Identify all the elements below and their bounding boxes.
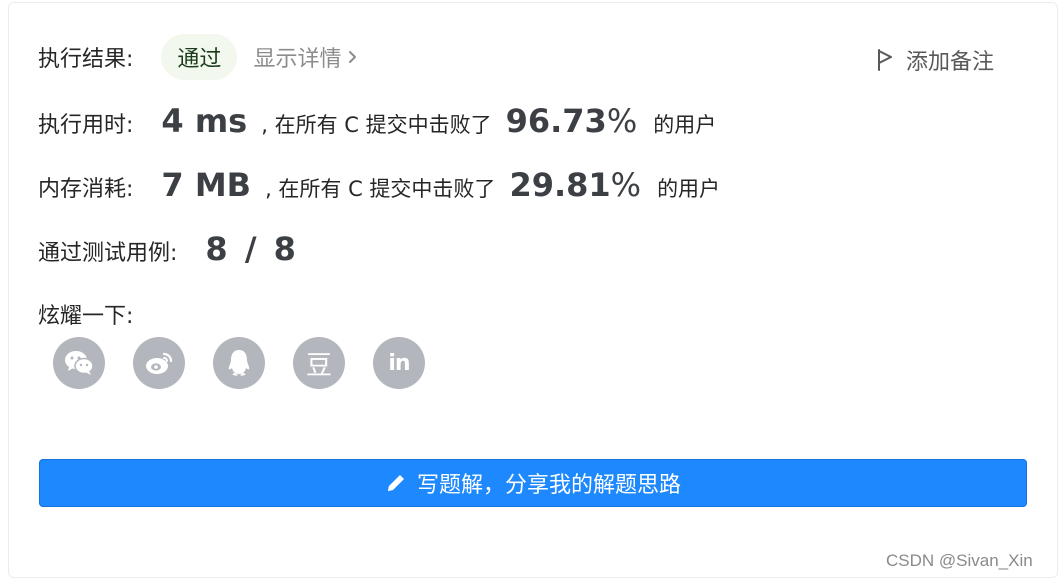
memory-beat-text: , 在所有 C 提交中击败了 bbox=[265, 177, 496, 201]
watermark: CSDN @Sivan_Xin bbox=[886, 551, 1033, 570]
memory-percent-number: 29.81 bbox=[509, 166, 611, 204]
flag-icon bbox=[878, 49, 892, 71]
share-icons: 豆 in bbox=[53, 337, 425, 389]
runtime-percent: 96.73% bbox=[506, 102, 638, 140]
share-wechat-button[interactable] bbox=[53, 337, 105, 389]
write-solution-button[interactable]: 写题解，分享我的解题思路 bbox=[39, 459, 1027, 507]
memory-suffix: 的用户 bbox=[657, 177, 721, 201]
runtime-suffix: 的用户 bbox=[653, 113, 717, 137]
tests-value: 8 / 8 bbox=[205, 230, 296, 268]
memory-percent-sign: % bbox=[610, 166, 642, 204]
runtime-percent-number: 96.73 bbox=[505, 102, 607, 140]
share-label: 炫耀一下: bbox=[38, 304, 134, 329]
result-label: 执行结果: bbox=[38, 47, 134, 72]
douban-icon: 豆 bbox=[305, 350, 332, 381]
add-note-button[interactable]: 添加备注 bbox=[876, 44, 994, 76]
write-solution-label: 写题解，分享我的解题思路 bbox=[416, 473, 681, 498]
memory-percent: 29.81% bbox=[509, 166, 641, 204]
runtime-beat-text: , 在所有 C 提交中击败了 bbox=[261, 113, 492, 137]
runtime-value: 4 ms bbox=[161, 102, 248, 140]
memory-row: 内存消耗: 7 MB , 在所有 C 提交中击败了 29.81% 的用户 bbox=[38, 166, 720, 204]
runtime-row: 执行用时: 4 ms , 在所有 C 提交中击败了 96.73% 的用户 bbox=[38, 102, 716, 140]
share-weibo-button[interactable] bbox=[133, 337, 185, 389]
share-linkedin-button[interactable]: in bbox=[373, 337, 425, 389]
memory-label: 内存消耗: bbox=[38, 177, 134, 202]
runtime-percent-sign: % bbox=[606, 102, 638, 140]
qq-icon bbox=[228, 350, 250, 376]
show-details-label: 显示详情 bbox=[253, 47, 342, 72]
share-douban-button[interactable]: 豆 bbox=[293, 337, 345, 389]
tests-row: 通过测试用例: 8 / 8 bbox=[38, 230, 296, 268]
runtime-label: 执行用时: bbox=[38, 113, 134, 138]
memory-value: 7 MB bbox=[161, 166, 252, 204]
show-details-link[interactable]: 显示详情 bbox=[253, 41, 359, 73]
pencil-icon bbox=[387, 475, 404, 491]
status-badge: 通过 bbox=[161, 34, 238, 80]
result-row: 执行结果: 通过 显示详情 bbox=[38, 34, 359, 80]
chevron-right-icon bbox=[349, 51, 357, 63]
tests-label: 通过测试用例: bbox=[38, 241, 178, 266]
add-note-label: 添加备注 bbox=[906, 50, 995, 75]
share-row: 炫耀一下: bbox=[38, 298, 133, 330]
linkedin-icon: in bbox=[388, 350, 410, 376]
weibo-icon bbox=[146, 352, 173, 374]
share-qq-button[interactable] bbox=[213, 337, 265, 389]
wechat-icon bbox=[65, 351, 94, 375]
